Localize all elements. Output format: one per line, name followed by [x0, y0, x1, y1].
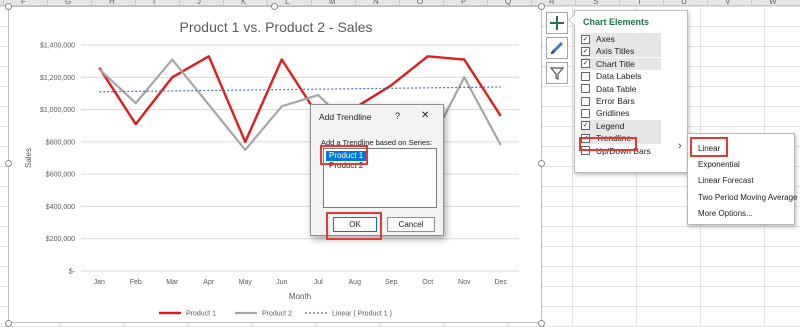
y-tick-label: $800,000 [46, 139, 75, 146]
highlight-ok-button [326, 212, 382, 240]
checkbox[interactable] [581, 96, 590, 106]
x-tick-label: Jun [276, 279, 287, 286]
resize-handle-top-right[interactable] [538, 3, 545, 10]
legend-label: Product 1 [186, 311, 216, 318]
resize-handle-top[interactable] [271, 3, 278, 10]
checkbox[interactable]: ✓ [581, 46, 590, 56]
trendline-option-more-options[interactable]: More Options... [698, 209, 753, 218]
chart-element-axes[interactable]: ✓ Axes [581, 33, 661, 45]
x-tick-label: Oct [422, 279, 433, 286]
x-tick-label: Dec [495, 279, 508, 286]
y-tick-label: $1,400,000 [40, 43, 75, 50]
x-tick-label: Mar [166, 279, 179, 286]
x-axis-title: Month [289, 292, 311, 301]
x-tick-label: May [239, 279, 253, 286]
y-axis-title: Sales [24, 148, 33, 168]
cancel-button[interactable]: Cancel [387, 217, 435, 232]
x-tick-label: Jan [94, 279, 105, 286]
chart-element-label: Chart Title [596, 58, 635, 69]
trendline-option-linear-forecast[interactable]: Linear Forecast [698, 176, 754, 185]
chart-element-error-bars[interactable]: Error Bars [581, 95, 661, 107]
checkbox[interactable] [581, 71, 590, 81]
checkbox[interactable] [581, 108, 590, 118]
legend-label: Linear ( Product 1 ) [332, 311, 392, 318]
chart-element-label: Error Bars [596, 96, 635, 106]
resize-handle-bottom-left[interactable] [5, 320, 12, 327]
y-tick-label: $- [69, 269, 76, 276]
chart-element-gridlines[interactable]: Gridlines [581, 107, 661, 119]
flyout-pointer-fill [569, 15, 575, 25]
resize-handle-left[interactable] [5, 160, 12, 167]
help-button[interactable]: ? [395, 111, 400, 121]
chart-element-axis-titles[interactable]: ✓ Axis Titles [581, 45, 661, 58]
chart-element-legend[interactable]: ✓ Legend [581, 119, 661, 132]
resize-handle-right[interactable] [538, 160, 545, 167]
resize-handle-top-left[interactable] [5, 3, 12, 10]
chart-element-data-table[interactable]: Data Table [581, 83, 661, 95]
x-tick-label: Jul [314, 279, 323, 286]
chart-element-label: Data Labels [596, 71, 642, 82]
checkbox[interactable]: ✓ [581, 59, 590, 69]
chart-element-label: Axis Titles [596, 46, 635, 57]
chart-element-label: Gridlines [596, 108, 630, 119]
chart-filters-button[interactable] [546, 62, 568, 84]
x-tick-label: Sep [385, 279, 398, 286]
line-chart[interactable]: $- $200,000 $400,000 $600,000 $800,000 $1,000… [9, 7, 543, 324]
chart-elements-button[interactable] [546, 12, 568, 34]
x-tick-label: Aug [349, 279, 362, 286]
x-tick-label: Apr [203, 279, 215, 286]
checkbox[interactable]: ✓ [581, 121, 590, 131]
trendline-option-two-period-moving-average[interactable]: Two Period Moving Average [698, 193, 797, 202]
chart-element-label: Legend [596, 120, 625, 131]
highlight-product-1 [320, 145, 368, 165]
dialog-title: Add Trendline [319, 112, 372, 122]
highlight-trendline [579, 137, 637, 151]
checkbox[interactable]: ✓ [581, 34, 590, 44]
resize-handle-bottom-right[interactable] [538, 320, 545, 327]
y-tick-label: $400,000 [46, 204, 75, 211]
chart-elements-title: Chart Elements [583, 17, 650, 27]
close-icon[interactable]: ✕ [421, 110, 429, 121]
x-tick-label: Feb [130, 279, 142, 286]
highlight-linear [690, 137, 728, 157]
chart-element-chart-title[interactable]: ✓ Chart Title [581, 57, 661, 70]
y-tick-label: $1,200,000 [40, 75, 75, 82]
chart-element-data-labels[interactable]: Data Labels [581, 70, 661, 82]
checkbox[interactable] [581, 84, 590, 94]
chart-styles-button[interactable] [546, 37, 568, 59]
paintbrush-icon [551, 42, 563, 54]
y-tick-label: $200,000 [46, 236, 75, 243]
y-tick-label: $600,000 [46, 172, 75, 179]
funnel-icon [549, 67, 565, 80]
x-tick-label: Nov [458, 279, 471, 286]
chevron-right-icon[interactable]: › [678, 140, 682, 152]
plus-icon [550, 16, 564, 30]
chart-element-label: Axes [596, 34, 615, 44]
chart-area[interactable]: Product 1 vs. Product 2 - Sales $- $200,0… [8, 6, 542, 323]
chart-element-label: Data Table [596, 83, 637, 94]
legend-label: Product 2 [262, 311, 292, 318]
trendline-option-exponential[interactable]: Exponential [698, 160, 740, 169]
y-tick-label: $1,000,000 [40, 107, 75, 114]
